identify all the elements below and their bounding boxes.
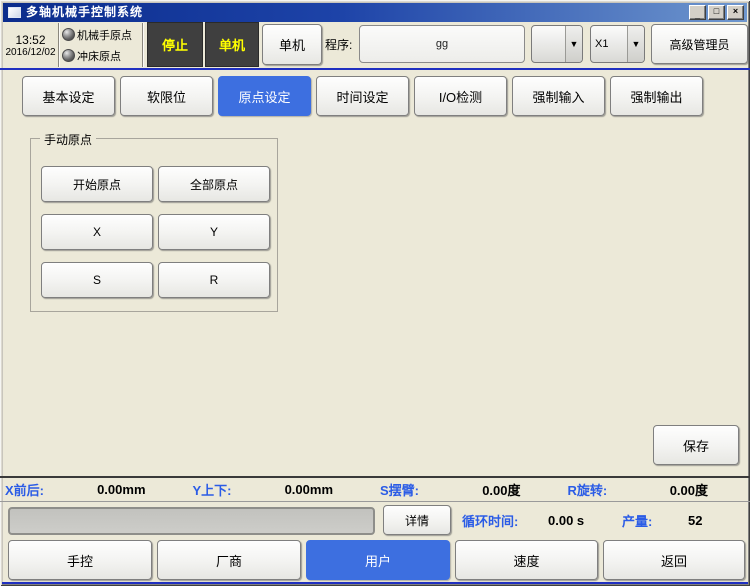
- save-button[interactable]: 保存: [653, 425, 739, 465]
- tab-io-check[interactable]: I/O检测: [414, 76, 507, 116]
- nav-manufacturer[interactable]: 厂商: [157, 540, 301, 580]
- axis-y-status: Y上下: 0.00mm: [188, 480, 376, 499]
- maximize-button[interactable]: □: [708, 5, 725, 20]
- manual-origin-group-label: 手动原点: [40, 131, 96, 148]
- separator: [58, 23, 60, 67]
- separator: [142, 23, 144, 67]
- nav-user[interactable]: 用户: [306, 540, 450, 580]
- axis-dropdown[interactable]: X1 ▼: [590, 25, 645, 63]
- indicator-row: 机械手原点: [62, 27, 142, 43]
- r-origin-button[interactable]: R: [158, 262, 270, 298]
- axis-y-value: 0.00mm: [285, 482, 333, 497]
- status-panel-stop: 停止: [147, 22, 203, 67]
- date-text: 2016/12/02: [5, 47, 55, 58]
- minimize-button[interactable]: _: [689, 5, 706, 20]
- stop-status-text: 停止: [162, 35, 188, 54]
- axis-status-bar: X前后: 0.00mm Y上下: 0.00mm S摆臂: 0.00度 R旋转: …: [0, 476, 750, 502]
- axis-r-value: 0.00度: [670, 480, 708, 499]
- tab-origin-setting[interactable]: 原点设定: [218, 76, 311, 116]
- punch-origin-led-icon: [62, 49, 75, 62]
- header-panel: 13:52 2016/12/02 机械手原点 冲床原点 停止 单机 单机 程序:…: [3, 22, 747, 68]
- message-display-bar: [8, 507, 375, 535]
- all-origin-button[interactable]: 全部原点: [158, 166, 270, 202]
- start-origin-button[interactable]: 开始原点: [41, 166, 153, 202]
- indicator-row: 冲床原点: [62, 48, 142, 64]
- axis-y-label: Y上下:: [193, 480, 232, 499]
- axis-r-status: R旋转: 0.00度: [563, 480, 750, 499]
- titlebar: 多轴机械手控制系统 _ □ ×: [3, 3, 747, 22]
- production-value: 52: [688, 505, 702, 535]
- clock: 13:52 2016/12/02: [4, 24, 57, 66]
- app-window: 多轴机械手控制系统 _ □ × 13:52 2016/12/02 机械手原点 冲…: [0, 0, 750, 586]
- axis-x-status: X前后: 0.00mm: [0, 480, 188, 499]
- window-title: 多轴机械手控制系统: [26, 3, 687, 22]
- cycle-time-label: 循环时间:: [462, 505, 518, 535]
- user-role-button[interactable]: 高级管理员: [651, 24, 748, 64]
- production-label: 产量:: [622, 505, 652, 535]
- tab-soft-limit[interactable]: 软限位: [120, 76, 213, 116]
- axis-s-value: 0.00度: [482, 480, 520, 499]
- program-dropdown[interactable]: ▼: [531, 25, 583, 63]
- minimize-icon: _: [695, 11, 700, 20]
- nav-speed[interactable]: 速度: [455, 540, 598, 580]
- header-divider: [0, 68, 750, 70]
- bottom-divider: [2, 582, 748, 584]
- indicator-label: 机械手原点: [77, 27, 132, 43]
- axis-s-status: S摆臂: 0.00度: [375, 480, 563, 499]
- status-panel-single: 单机: [205, 22, 259, 67]
- robot-origin-led-icon: [62, 28, 75, 41]
- app-icon: [8, 7, 21, 18]
- time-text: 13:52: [15, 33, 45, 47]
- close-icon: ×: [733, 7, 738, 16]
- axis-x-value: 0.00mm: [97, 482, 145, 497]
- program-name-field[interactable]: gg: [359, 25, 525, 63]
- program-dropdown-value: [532, 26, 565, 62]
- s-origin-button[interactable]: S: [41, 262, 153, 298]
- cycle-time-value: 0.00 s: [548, 505, 584, 535]
- axis-x-label: X前后:: [5, 480, 44, 499]
- chevron-down-icon: ▼: [565, 26, 582, 62]
- nav-manual-control[interactable]: 手控: [8, 540, 152, 580]
- tab-basic-settings[interactable]: 基本设定: [22, 76, 115, 116]
- x-origin-button[interactable]: X: [41, 214, 153, 250]
- tab-time-setting[interactable]: 时间设定: [316, 76, 409, 116]
- indicator-label: 冲床原点: [77, 48, 121, 64]
- axis-s-label: S摆臂:: [380, 480, 419, 499]
- axis-dropdown-value: X1: [591, 26, 627, 62]
- chevron-down-icon: ▼: [627, 26, 644, 62]
- axis-r-label: R旋转:: [568, 480, 608, 499]
- manual-origin-group: 手动原点 开始原点 全部原点 X Y S R: [30, 138, 278, 312]
- maximize-icon: □: [714, 7, 719, 16]
- nav-return[interactable]: 返回: [603, 540, 745, 580]
- y-origin-button[interactable]: Y: [158, 214, 270, 250]
- tab-force-input[interactable]: 强制输入: [512, 76, 605, 116]
- tab-force-output[interactable]: 强制输出: [610, 76, 703, 116]
- program-label: 程序:: [325, 22, 352, 67]
- mode-button[interactable]: 单机: [262, 24, 322, 65]
- origin-indicators: 机械手原点 冲床原点: [62, 24, 142, 66]
- single-status-text: 单机: [219, 35, 245, 54]
- details-button[interactable]: 详情: [383, 505, 451, 535]
- close-button[interactable]: ×: [727, 5, 744, 20]
